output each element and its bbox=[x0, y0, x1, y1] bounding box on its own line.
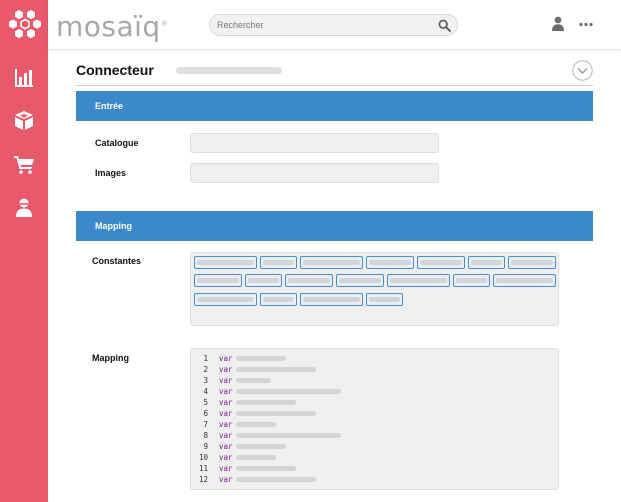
code-keyword: var bbox=[219, 354, 233, 363]
code-line[interactable]: 6 var bbox=[191, 408, 551, 419]
title-divider bbox=[76, 85, 593, 86]
code-placeholder bbox=[236, 378, 271, 383]
constant-chip[interactable] bbox=[468, 256, 505, 269]
code-placeholder bbox=[236, 411, 316, 416]
code-placeholder bbox=[236, 422, 276, 427]
line-number: 9 bbox=[203, 442, 208, 451]
search-bar bbox=[209, 14, 458, 36]
search-input[interactable] bbox=[210, 15, 420, 35]
constant-chip[interactable] bbox=[387, 274, 450, 287]
images-field[interactable] bbox=[190, 163, 439, 183]
constant-chip[interactable] bbox=[453, 274, 490, 287]
code-keyword: var bbox=[219, 475, 233, 484]
page-title: Connecteur bbox=[76, 62, 154, 78]
search-icon[interactable] bbox=[438, 19, 451, 32]
constant-chip[interactable] bbox=[417, 256, 465, 269]
code-line[interactable]: 10 var bbox=[191, 452, 551, 463]
code-keyword: var bbox=[219, 409, 233, 418]
chevron-down-circle-icon[interactable] bbox=[572, 60, 593, 81]
code-keyword: var bbox=[219, 376, 233, 385]
constant-chip[interactable] bbox=[245, 274, 282, 287]
top-bar: mosaïq® bbox=[48, 0, 621, 50]
code-keyword: var bbox=[219, 365, 233, 374]
line-number: 8 bbox=[203, 431, 208, 440]
constant-chip[interactable] bbox=[508, 256, 556, 269]
constant-chip[interactable] bbox=[260, 256, 297, 269]
code-placeholder bbox=[236, 477, 316, 482]
brand-name: mosaïq bbox=[56, 10, 161, 43]
constant-chip[interactable] bbox=[336, 274, 384, 287]
code-placeholder bbox=[236, 367, 316, 372]
line-number: 5 bbox=[203, 398, 208, 407]
brand-logo[interactable]: mosaïq® bbox=[56, 10, 168, 43]
code-keyword: var bbox=[219, 453, 233, 462]
user-icon[interactable] bbox=[551, 16, 565, 31]
code-keyword: var bbox=[219, 464, 233, 473]
field-label-images: Images bbox=[95, 168, 127, 178]
line-number: 2 bbox=[203, 365, 208, 374]
constant-chip[interactable] bbox=[300, 293, 363, 306]
section-header-input[interactable]: Entrée bbox=[76, 91, 593, 121]
code-line[interactable]: 11 var bbox=[191, 463, 551, 474]
section-header-mapping[interactable]: Mapping bbox=[76, 211, 593, 241]
code-keyword: var bbox=[219, 420, 233, 429]
line-number: 6 bbox=[203, 409, 208, 418]
constant-chip[interactable] bbox=[194, 256, 257, 269]
code-placeholder bbox=[236, 444, 286, 449]
constant-chip[interactable] bbox=[300, 256, 363, 269]
code-line[interactable]: 12 var bbox=[191, 474, 551, 485]
line-number: 1 bbox=[203, 354, 208, 363]
constants-box[interactable] bbox=[190, 252, 559, 326]
code-placeholder bbox=[236, 466, 296, 471]
code-line[interactable]: 4 var bbox=[191, 386, 551, 397]
code-placeholder bbox=[236, 356, 286, 361]
field-label-catalogue: Catalogue bbox=[95, 138, 139, 148]
constant-chip[interactable] bbox=[260, 293, 297, 306]
mapping-label: Mapping bbox=[92, 353, 129, 363]
mapping-code-editor[interactable]: 1 var 2 var 3 var 4 var 5 var 6 var 7 var 8 var 9 var 10 va… bbox=[190, 348, 559, 490]
code-keyword: var bbox=[219, 387, 233, 396]
code-placeholder bbox=[236, 389, 341, 394]
line-number: 12 bbox=[198, 475, 208, 484]
bar-chart-icon[interactable] bbox=[13, 66, 35, 88]
catalogue-field[interactable] bbox=[190, 133, 439, 153]
code-line[interactable]: 5 var bbox=[191, 397, 551, 408]
registered-mark: ® bbox=[160, 19, 169, 28]
line-number: 7 bbox=[203, 420, 208, 429]
code-keyword: var bbox=[219, 442, 233, 451]
code-line[interactable]: 8 var bbox=[191, 430, 551, 441]
open-box-icon[interactable] bbox=[13, 109, 35, 131]
code-placeholder bbox=[236, 433, 341, 438]
constant-chip[interactable] bbox=[366, 256, 414, 269]
agent-person-icon[interactable] bbox=[13, 196, 35, 218]
constant-chip[interactable] bbox=[285, 274, 333, 287]
code-placeholder bbox=[236, 455, 276, 460]
constant-chip[interactable] bbox=[194, 293, 257, 306]
constant-chip[interactable] bbox=[366, 293, 403, 306]
constant-chip[interactable] bbox=[194, 274, 242, 287]
line-number: 10 bbox=[198, 453, 208, 462]
code-line[interactable]: 3 var bbox=[191, 375, 551, 386]
code-keyword: var bbox=[219, 398, 233, 407]
code-keyword: var bbox=[219, 431, 233, 440]
code-line[interactable]: 7 var bbox=[191, 419, 551, 430]
hexagon-cluster-icon[interactable] bbox=[9, 8, 41, 40]
code-line[interactable]: 2 var bbox=[191, 364, 551, 375]
constant-chip[interactable] bbox=[493, 274, 556, 287]
subtitle-placeholder bbox=[176, 67, 282, 74]
shopping-cart-icon[interactable] bbox=[13, 153, 35, 175]
sidebar bbox=[0, 0, 48, 502]
line-number: 4 bbox=[203, 387, 208, 396]
code-line[interactable]: 9 var bbox=[191, 441, 551, 452]
more-icon[interactable] bbox=[579, 22, 593, 27]
code-line[interactable]: 1 var bbox=[191, 353, 551, 364]
code-placeholder bbox=[236, 400, 296, 405]
constants-label: Constantes bbox=[92, 256, 142, 266]
line-number: 11 bbox=[198, 464, 208, 473]
line-number: 3 bbox=[203, 376, 208, 385]
